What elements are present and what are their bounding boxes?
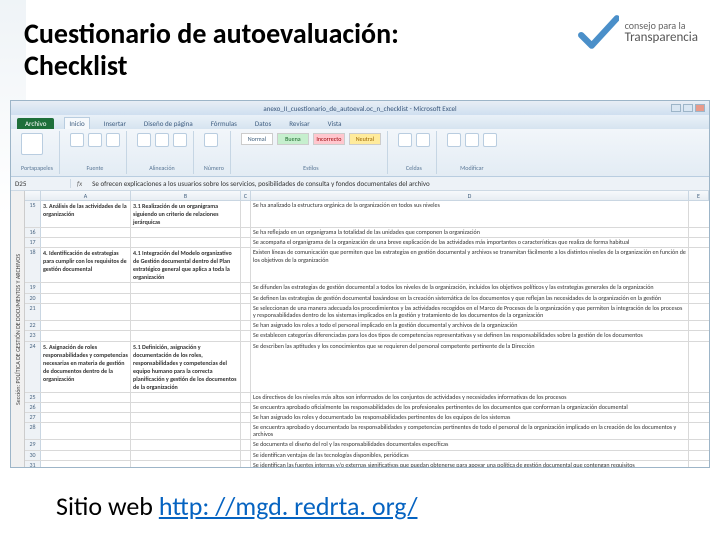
number-format-button[interactable]: [204, 133, 218, 147]
table-row[interactable]: 184. Identificación de estrategias para …: [25, 248, 709, 283]
insert-cells-button[interactable]: [398, 133, 412, 147]
table-row[interactable]: 17Se acompaña el organigrama de la organ…: [25, 238, 709, 248]
bold-button[interactable]: [70, 133, 84, 147]
section-label: Sección: POLÍTICA DE GESTIÓN DE DOCUMENT…: [11, 191, 25, 467]
ribbon-tab-insertar[interactable]: Insertar: [100, 118, 130, 129]
website-link[interactable]: http: //mgd. redrta. org/: [159, 490, 418, 522]
table-row[interactable]: 28Se encuentra aprobado y documentado la…: [25, 423, 709, 440]
paste-button[interactable]: [21, 133, 43, 155]
style-good[interactable]: Buena: [277, 133, 309, 145]
column-headers: A B C D E: [25, 191, 709, 201]
table-row[interactable]: 153. Análisis de las actividades de la o…: [25, 201, 709, 228]
table-row[interactable]: 25Los directivos de los niveles más alto…: [25, 393, 709, 403]
table-row[interactable]: 26Se encuentra aprobado oficialmente las…: [25, 403, 709, 413]
window-titlebar: anexo_II_cuestionario_de_autoeval.oc_n_c…: [11, 101, 709, 115]
style-normal[interactable]: Normal: [241, 133, 273, 145]
ribbon-tab-formulas[interactable]: Fórmulas: [207, 118, 241, 129]
table-row[interactable]: 22Se han asignado los roles a todo el pe…: [25, 321, 709, 331]
underline-button[interactable]: [106, 133, 120, 147]
minimize-button[interactable]: [671, 104, 681, 112]
align-center-button[interactable]: [155, 133, 169, 147]
footer-link-text: Sitio web http: //mgd. redrta. org/: [56, 490, 417, 522]
table-row[interactable]: 31Se identifican las fuentes internas y/…: [25, 461, 709, 467]
table-row[interactable]: 30Se identifican ventajas de las tecnolo…: [25, 451, 709, 461]
style-neutral[interactable]: Neutral: [349, 133, 381, 145]
excel-window: anexo_II_cuestionario_de_autoeval.oc_n_c…: [10, 100, 710, 468]
table-row[interactable]: 20Se definen las estrategias de gestión …: [25, 294, 709, 304]
italic-button[interactable]: [88, 133, 102, 147]
ribbon-tab-vista[interactable]: Vista: [324, 118, 346, 129]
table-row[interactable]: 245. Asignación de roles responsabilidad…: [25, 342, 709, 393]
ribbon-tab-inicio[interactable]: Inicio: [64, 117, 89, 129]
name-box[interactable]: D25: [11, 179, 71, 188]
ribbon-tab-revisar[interactable]: Revisar: [285, 118, 313, 129]
align-left-button[interactable]: [137, 133, 151, 147]
close-button[interactable]: [695, 104, 705, 112]
sort-filter-button[interactable]: [465, 133, 479, 147]
maximize-button[interactable]: [683, 104, 693, 112]
find-select-button[interactable]: [483, 133, 497, 147]
table-row[interactable]: 27Se han asignado los roles y documentad…: [25, 413, 709, 423]
table-row[interactable]: 19Se difunden las estrategias de gestión…: [25, 283, 709, 293]
formula-input[interactable]: Se ofrecen explicaciones a los usuarios …: [88, 179, 709, 188]
ribbon-tab-datos[interactable]: Datos: [251, 118, 275, 129]
style-bad[interactable]: Incorrecto: [313, 133, 345, 145]
file-tab[interactable]: Archivo: [17, 118, 54, 129]
table-row[interactable]: 23Se establecen categorías diferenciadas…: [25, 331, 709, 341]
brand-logo: consejo para la Transparencia: [577, 12, 698, 54]
delete-cells-button[interactable]: [416, 133, 430, 147]
autosum-button[interactable]: [447, 133, 461, 147]
formula-bar: D25 fx Se ofrecen explicaciones a los us…: [11, 177, 709, 191]
table-row[interactable]: 16Se ha reflejado en un organigrama la t…: [25, 228, 709, 238]
slide-title: Cuestionario de autoevaluación: Checklis…: [24, 18, 399, 82]
table-row[interactable]: 21Se seleccionan de una manera adecuada …: [25, 304, 709, 321]
table-row[interactable]: 29Se documenta el diseño del rol y las r…: [25, 440, 709, 450]
checkmark-icon: [577, 12, 619, 54]
spreadsheet-grid[interactable]: A B C D E 153. Análisis de las actividad…: [25, 191, 709, 467]
wrap-text-button[interactable]: [173, 133, 187, 147]
ribbon-tabs: Archivo Inicio Insertar Diseño de página…: [11, 115, 709, 129]
ribbon-tab-diseno[interactable]: Diseño de página: [140, 118, 197, 129]
fx-icon[interactable]: fx: [71, 179, 88, 188]
ribbon-body: Portapapeles Fuente Alineación Número No…: [11, 129, 709, 177]
